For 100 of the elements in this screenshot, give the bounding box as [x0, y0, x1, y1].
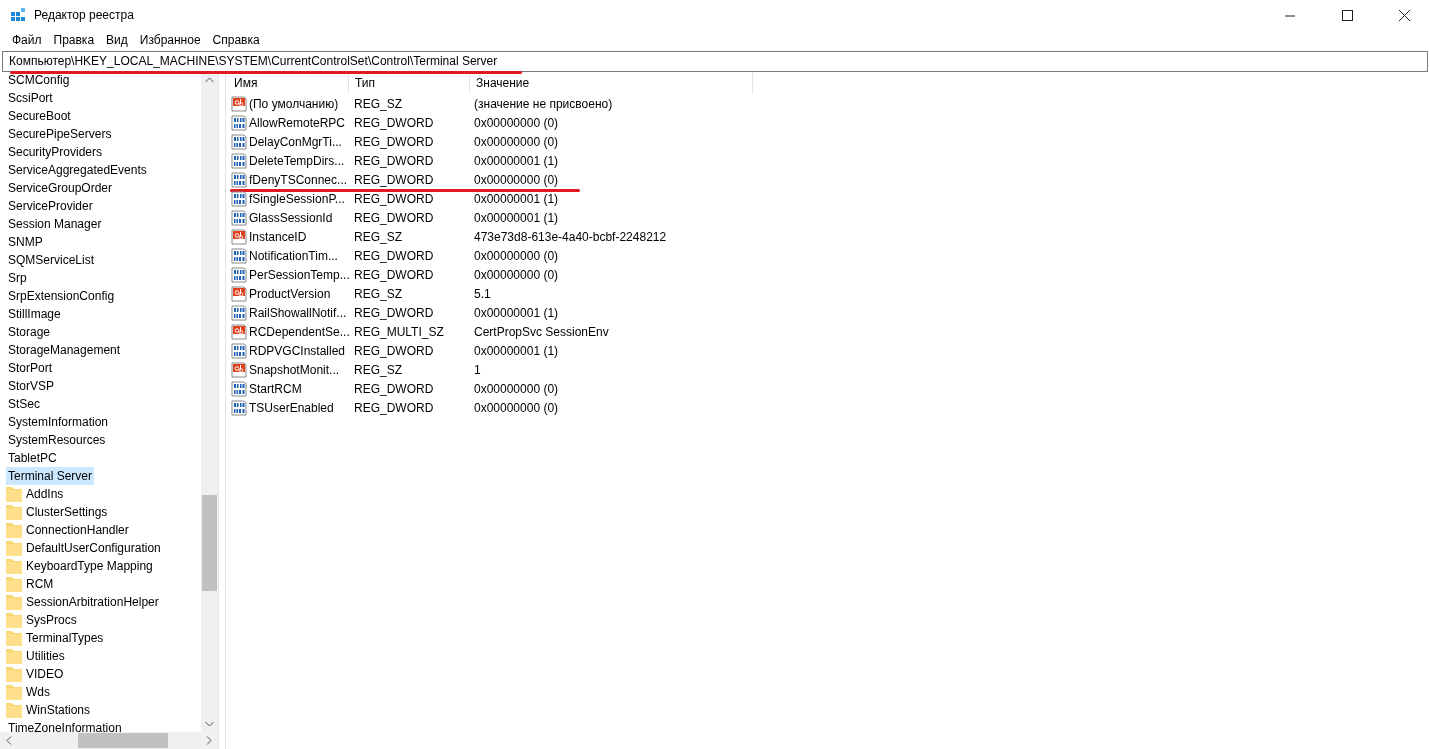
value-name[interactable]: fDenyTSConnec... — [249, 172, 348, 187]
value-name[interactable]: ProductVersion — [249, 286, 331, 301]
value-name[interactable]: StartRCM — [249, 381, 302, 396]
menu-item[interactable]: Справка — [206, 32, 266, 48]
value-name[interactable]: PerSessionTemp... — [249, 267, 350, 282]
tree-item[interactable]: Session Manager — [6, 215, 104, 233]
value-name[interactable]: AllowRemoteRPC — [249, 115, 346, 130]
scroll-right-icon[interactable] — [206, 736, 212, 745]
tree-item[interactable]: ClusterSettings — [24, 503, 110, 521]
tree-item[interactable]: StSec — [6, 395, 42, 413]
value-data: 0x00000001 (1) — [474, 343, 559, 358]
value-data: 0x00000001 (1) — [474, 210, 559, 225]
value-type: REG_SZ — [354, 229, 402, 244]
value-data: 0x00000001 (1) — [474, 191, 559, 206]
menu-item[interactable]: Избранное — [133, 32, 207, 48]
window-title: Редактор реестра — [34, 8, 134, 22]
value-name[interactable]: NotificationTim... — [249, 248, 338, 263]
value-type: REG_SZ — [354, 286, 402, 301]
binary-value-icon — [231, 114, 247, 131]
scroll-left-icon[interactable] — [6, 736, 12, 745]
value-name[interactable]: (По умолчанию) — [249, 96, 339, 111]
horizontal-scrollbar[interactable] — [0, 732, 218, 749]
value-name[interactable]: RCDependentSe... — [249, 324, 350, 339]
menu-item[interactable]: Файл — [6, 32, 48, 48]
value-type: REG_DWORD — [354, 172, 434, 187]
menu-item[interactable]: Вид — [100, 32, 134, 48]
folder-icon — [6, 522, 22, 538]
maximize-icon[interactable] — [1342, 9, 1353, 21]
column-header[interactable]: Тип — [349, 72, 470, 94]
scroll-thumb[interactable] — [78, 733, 168, 748]
close-icon[interactable] — [1399, 9, 1410, 21]
tree-item[interactable]: ServiceAggregatedEvents — [6, 161, 149, 179]
tree-item[interactable]: TabletPC — [6, 449, 59, 467]
value-type: REG_DWORD — [354, 248, 434, 263]
tree-item[interactable]: Terminal Server — [6, 467, 95, 485]
value-type: REG_DWORD — [354, 115, 434, 130]
tree-item[interactable]: SystemInformation — [6, 413, 111, 431]
value-type: REG_DWORD — [354, 305, 434, 320]
tree-item[interactable]: ServiceProvider — [6, 197, 95, 215]
tree-item[interactable]: SCMConfig — [6, 72, 72, 89]
value-type: REG_DWORD — [354, 210, 434, 225]
value-type: REG_MULTI_SZ — [354, 324, 444, 339]
value-name[interactable]: DelayConMgrTi... — [249, 134, 342, 149]
value-data: CertPropSvc SessionEnv — [474, 324, 609, 339]
tree-item[interactable]: TerminalTypes — [24, 629, 106, 647]
scroll-down-icon[interactable] — [205, 721, 214, 727]
tree-item[interactable]: RCM — [24, 575, 56, 593]
tree-item[interactable]: Utilities — [24, 647, 67, 665]
value-type: REG_DWORD — [354, 267, 434, 282]
value-data: 0x00000000 (0) — [474, 134, 559, 149]
value-name[interactable]: RailShowallNotif... — [249, 305, 347, 320]
tree-item[interactable]: SecurityProviders — [6, 143, 105, 161]
scroll-up-icon[interactable] — [205, 77, 214, 83]
folder-icon — [6, 576, 22, 592]
tree-item[interactable]: ServiceGroupOrder — [6, 179, 115, 197]
folder-icon — [6, 594, 22, 610]
value-type: REG_DWORD — [354, 153, 434, 168]
tree-item[interactable]: Wds — [24, 683, 52, 701]
tree-item[interactable]: Srp — [6, 269, 29, 287]
tree-item[interactable]: SecurePipeServers — [6, 125, 114, 143]
scroll-thumb[interactable] — [202, 495, 217, 591]
tree-item[interactable]: StorPort — [6, 359, 54, 377]
folder-icon — [6, 702, 22, 718]
tree-item[interactable]: StorageManagement — [6, 341, 123, 359]
tree-item[interactable]: VIDEO — [24, 665, 66, 683]
tree-item[interactable]: SystemResources — [6, 431, 108, 449]
tree-item[interactable]: SQMServiceList — [6, 251, 97, 269]
value-data: 5.1 — [474, 286, 491, 301]
value-name[interactable]: SnapshotMonit... — [249, 362, 340, 377]
folder-icon — [6, 612, 22, 628]
menu-item[interactable]: Правка — [47, 32, 101, 48]
tree-item[interactable]: Storage — [6, 323, 53, 341]
value-data: 473e73d8-613e-4a40-bcbf-2248212 — [474, 229, 667, 244]
tree-item[interactable]: WinStations — [24, 701, 93, 719]
value-name[interactable]: RDPVGCInstalled — [249, 343, 346, 358]
tree-item[interactable]: ScsiPort — [6, 89, 55, 107]
value-data: (значение не присвоено) — [474, 96, 613, 111]
value-name[interactable]: DeleteTempDirs... — [249, 153, 345, 168]
tree-item[interactable]: KeyboardType Mapping — [24, 557, 155, 575]
value-name[interactable]: fSingleSessionP... — [249, 191, 345, 206]
value-name[interactable]: TSUserEnabled — [249, 400, 334, 415]
value-name[interactable]: InstanceID — [249, 229, 307, 244]
tree-item[interactable]: StillImage — [6, 305, 63, 323]
tree-item[interactable]: ConnectionHandler — [24, 521, 131, 539]
tree-item[interactable]: AddIns — [24, 485, 66, 503]
column-header[interactable]: Значение — [470, 72, 753, 94]
column-header[interactable]: Имя — [228, 72, 349, 94]
tree-item[interactable]: TimeZoneInformation — [6, 719, 124, 732]
tree-item[interactable]: StorVSP — [6, 377, 57, 395]
string-value-icon — [231, 228, 247, 245]
tree-item[interactable]: SrpExtensionConfig — [6, 287, 117, 305]
tree-item[interactable]: SysProcs — [24, 611, 79, 629]
value-name[interactable]: GlassSessionId — [249, 210, 333, 225]
tree-item[interactable]: SessionArbitrationHelper — [24, 593, 161, 611]
vertical-scrollbar[interactable] — [201, 72, 218, 732]
tree-item[interactable]: SNMP — [6, 233, 45, 251]
binary-value-icon — [231, 133, 247, 150]
binary-value-icon — [231, 266, 247, 283]
tree-item[interactable]: DefaultUserConfiguration — [24, 539, 163, 557]
tree-item[interactable]: SecureBoot — [6, 107, 73, 125]
